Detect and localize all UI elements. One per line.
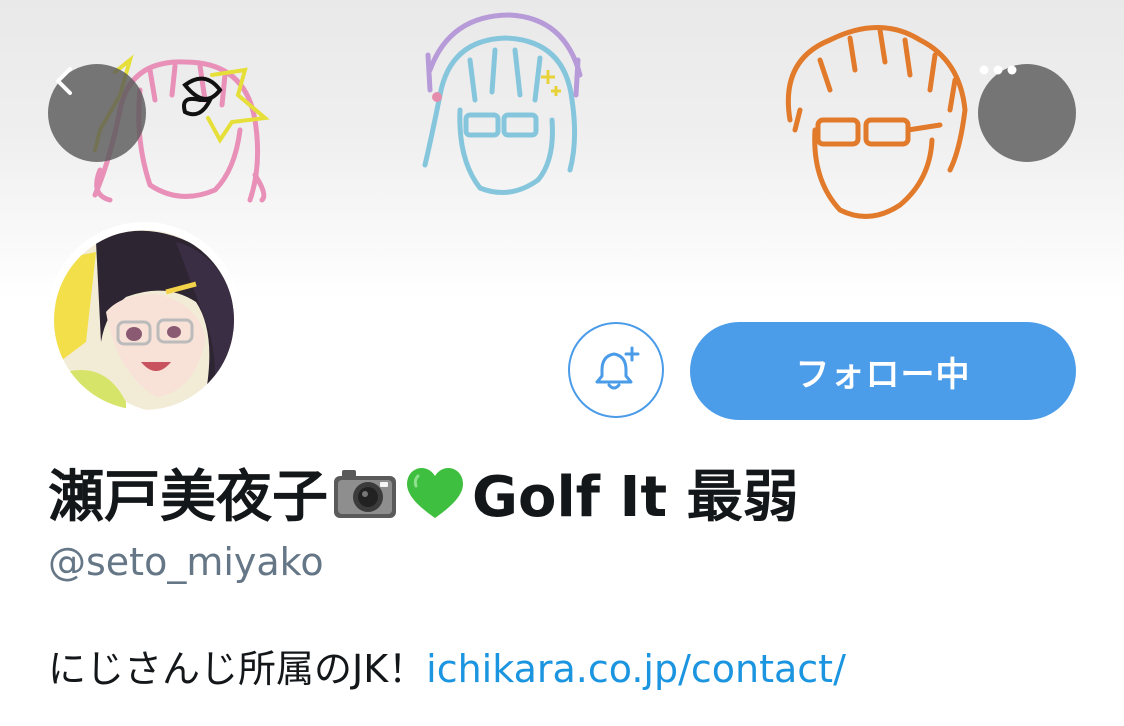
bio-link[interactable]: ichikara.co.jp/contact/ xyxy=(426,647,846,691)
blue-doodle xyxy=(422,35,578,195)
back-button[interactable] xyxy=(48,64,146,162)
display-name-text: 瀬戸美夜子 xyxy=(48,464,328,530)
avatar[interactable] xyxy=(46,222,242,418)
chevron-left-icon xyxy=(56,67,72,95)
more-options-button[interactable] xyxy=(978,64,1076,162)
bio-text: にじさんじ所属のJK！ xyxy=(48,647,427,691)
following-button-label: フォロー中 xyxy=(795,354,971,395)
following-button[interactable]: フォロー中 xyxy=(690,322,1076,420)
orange-doodle xyxy=(785,25,968,219)
avatar-image xyxy=(52,228,236,412)
more-dots-icon xyxy=(979,65,1017,75)
purple-headphone-doodle xyxy=(425,12,583,98)
notify-button[interactable] xyxy=(568,322,664,418)
green-heart-emoji-icon xyxy=(407,467,463,518)
profile-bio: にじさんじ所属のJK！ichikara.co.jp/contact/ xyxy=(48,638,846,693)
display-name: 瀬戸美夜子 Golf It 最弱 xyxy=(48,452,799,532)
display-name-suffix: Golf It 最弱 xyxy=(472,464,799,530)
username-handle: @seto_miyako xyxy=(48,540,324,584)
bell-plus-icon xyxy=(595,346,640,390)
camera-emoji-icon xyxy=(334,470,396,518)
pink-dot-doodle xyxy=(432,92,442,102)
profile-page: フォロー中 瀬戸美夜子 Golf It 最弱 @seto_miyako にじさん… xyxy=(0,0,1124,726)
sparkle-doodle xyxy=(541,70,561,96)
